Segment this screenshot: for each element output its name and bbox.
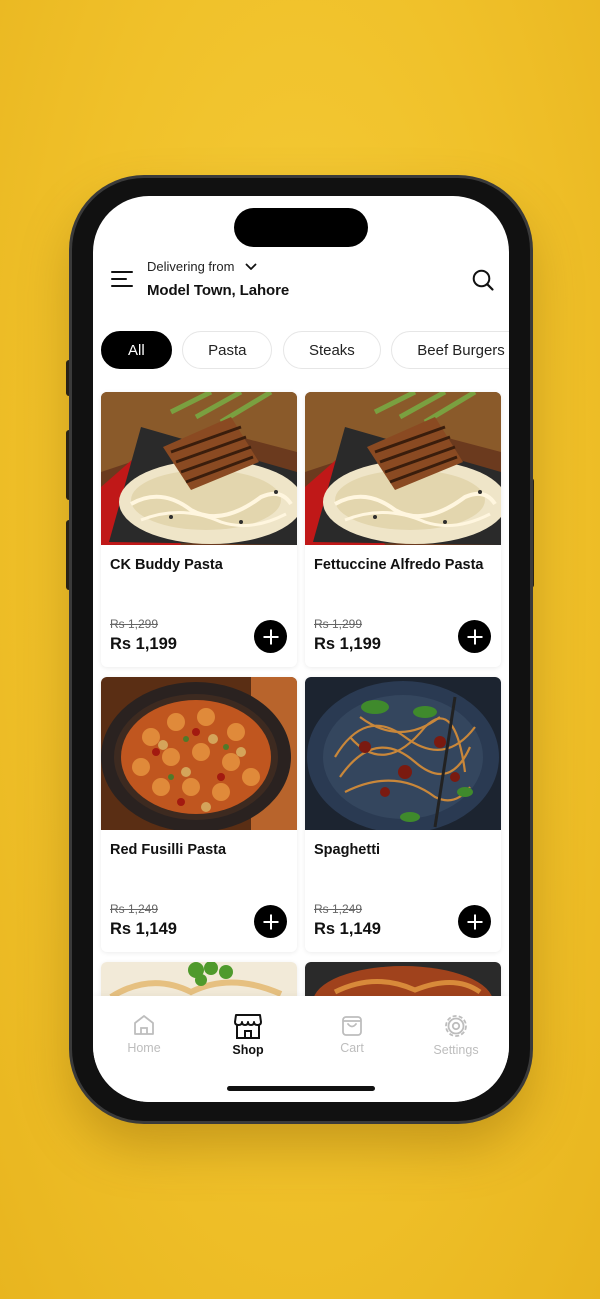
add-to-cart-button[interactable] <box>458 620 491 653</box>
tab-shop[interactable]: Shop <box>203 1012 293 1057</box>
tab-settings-label: Settings <box>433 1043 479 1057</box>
product-name: Spaghetti <box>314 842 381 858</box>
delivery-location-selector[interactable]: Delivering from Model Town, Lahore <box>147 258 289 299</box>
gear-icon <box>445 1015 467 1037</box>
product-image <box>305 677 501 830</box>
product-price: Rs 1,149 <box>314 920 381 938</box>
search-icon[interactable] <box>471 268 495 292</box>
product-old-price: Rs 1,249 <box>110 902 159 916</box>
product-image <box>101 392 297 545</box>
delivery-location: Model Town, Lahore <box>147 282 290 299</box>
app-screen: Delivering from Model Town, Lahore All P… <box>93 196 509 1102</box>
delivering-from-label: Delivering from <box>147 259 235 274</box>
tab-cart[interactable]: Cart <box>307 1012 397 1055</box>
product-old-price: Rs 1,249 <box>314 902 363 916</box>
product-card[interactable]: Spaghetti Rs 1,249 Rs 1,149 <box>305 677 501 952</box>
shop-icon <box>234 1014 262 1039</box>
product-price: Rs 1,149 <box>110 920 177 938</box>
product-name: CK Buddy Pasta <box>110 557 223 573</box>
tab-settings[interactable]: Settings <box>411 1012 501 1057</box>
tab-cart-label: Cart <box>340 1041 364 1055</box>
product-card[interactable]: Red Fusilli Pasta Rs 1,249 Rs 1,149 <box>101 677 297 952</box>
home-indicator <box>227 1086 375 1091</box>
product-card[interactable]: Fettuccine Alfredo Pasta Rs 1,299 Rs 1,1… <box>305 392 501 667</box>
cart-icon <box>342 1016 362 1036</box>
product-old-price: Rs 1,299 <box>110 617 159 631</box>
phone-frame: Delivering from Model Town, Lahore All P… <box>72 178 530 1121</box>
chip-pasta[interactable]: Pasta <box>182 331 273 369</box>
product-image <box>101 677 297 830</box>
tab-shop-label: Shop <box>232 1043 264 1057</box>
product-name: Fettuccine Alfredo Pasta <box>314 557 484 573</box>
add-to-cart-button[interactable] <box>458 905 491 938</box>
product-old-price: Rs 1,299 <box>314 617 363 631</box>
product-price: Rs 1,199 <box>110 635 177 653</box>
product-name: Red Fusilli Pasta <box>110 842 227 858</box>
home-icon <box>134 1015 154 1035</box>
app-header: Delivering from Model Town, Lahore <box>93 256 509 306</box>
chip-beef-burgers[interactable]: Beef Burgers <box>391 331 509 369</box>
dynamic-island <box>234 208 368 247</box>
product-image <box>305 392 501 545</box>
category-chips: All Pasta Steaks Beef Burgers <box>101 331 509 369</box>
hamburger-menu-icon[interactable] <box>111 270 133 288</box>
add-to-cart-button[interactable] <box>254 905 287 938</box>
tab-home[interactable]: Home <box>99 1012 189 1055</box>
chevron-down-icon <box>245 263 257 270</box>
chip-steaks[interactable]: Steaks <box>282 331 381 369</box>
add-to-cart-button[interactable] <box>254 620 287 653</box>
tab-home-label: Home <box>127 1041 161 1055</box>
product-card[interactable]: CK Buddy Pasta Rs 1,299 Rs 1,199 <box>101 392 297 667</box>
chip-all[interactable]: All <box>101 331 172 369</box>
product-price: Rs 1,199 <box>314 635 381 653</box>
